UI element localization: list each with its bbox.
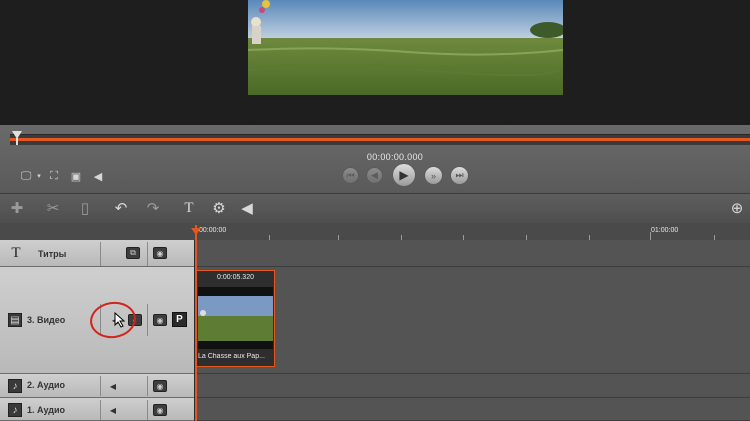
title-T-icon: T: [11, 244, 21, 261]
video-preview-area: [0, 0, 750, 125]
ruler-end-label: 01:00:00: [651, 227, 679, 234]
step-back-button[interactable]: ◀: [366, 167, 383, 184]
scrub-bar[interactable]: [10, 138, 750, 141]
ruler-start-label: 00:00:00: [199, 227, 227, 234]
mute-icon[interactable]: ◉: [153, 380, 167, 392]
video-clip[interactable]: 0:00:05.320 La Chasse aux Pap...: [196, 270, 275, 367]
play-button[interactable]: ▶: [392, 163, 416, 187]
track-label-video: 3. Видео: [27, 315, 66, 325]
track-lane-video[interactable]: [196, 267, 750, 374]
divider: [147, 242, 148, 266]
go-to-end-button[interactable]: ⏭: [450, 166, 469, 185]
ruler-tick: [650, 232, 651, 240]
divider: [100, 400, 101, 420]
playhead-handle[interactable]: [191, 223, 201, 241]
visibility-icon[interactable]: ◉: [153, 314, 167, 326]
clip-thumbnail: [198, 287, 273, 349]
film-icon: ▤: [8, 313, 22, 327]
fullscreen-icon[interactable]: ⛶: [46, 168, 62, 184]
ruler-header-spacer: [0, 223, 195, 240]
track-settings-icon[interactable]: ⧉: [126, 247, 140, 259]
clip-duration: 0:00:05.320: [217, 274, 254, 281]
snapshot-icon[interactable]: ▣: [68, 168, 84, 184]
mute-icon[interactable]: ◉: [153, 404, 167, 416]
add-media-icon[interactable]: ✚: [6, 197, 28, 219]
cut-icon[interactable]: ✂: [42, 197, 64, 219]
divider: [100, 242, 101, 266]
visibility-icon[interactable]: ◉: [153, 247, 167, 259]
preview-frame: [248, 0, 563, 95]
divider: [100, 376, 101, 396]
track-label-audio-1: 1. Аудио: [27, 405, 66, 415]
track-lane-titles[interactable]: [196, 240, 750, 267]
redo-icon[interactable]: ↷: [142, 197, 164, 219]
dropdown-arrow-icon[interactable]: ▾: [31, 168, 47, 184]
adjustments-icon[interactable]: ⚙: [208, 197, 230, 219]
delete-icon[interactable]: ▯: [74, 197, 96, 219]
track-label-titles: Титры: [38, 249, 67, 259]
divider: [147, 376, 148, 396]
track-lane-audio-2[interactable]: [196, 374, 750, 398]
clip-name: La Chasse aux Pap...: [198, 353, 265, 360]
track-label-audio-2: 2. Аудио: [27, 380, 66, 390]
timecode-display: 00:00:00.000: [366, 152, 424, 162]
divider: [147, 304, 148, 336]
volume-icon[interactable]: ◀: [106, 404, 120, 416]
volume-icon[interactable]: ◀: [90, 168, 106, 184]
music-note-icon: ♪: [8, 379, 22, 393]
go-to-start-button[interactable]: ⏮: [342, 167, 359, 184]
zoom-icon[interactable]: ⊕: [726, 197, 748, 219]
music-note-icon: ♪: [8, 403, 22, 417]
undo-icon[interactable]: ↶: [110, 197, 132, 219]
picture-in-picture-button[interactable]: P: [172, 312, 187, 327]
step-forward-button[interactable]: »: [424, 166, 443, 185]
scrub-handle[interactable]: [12, 131, 22, 145]
playhead[interactable]: [195, 225, 197, 421]
track-lane-audio-1[interactable]: [196, 398, 750, 421]
volume-icon[interactable]: ◀: [106, 380, 120, 392]
divider: [147, 400, 148, 420]
text-icon[interactable]: T: [178, 197, 200, 219]
preview-image: [248, 0, 563, 95]
audio-icon[interactable]: ◀: [236, 197, 258, 219]
mouse-cursor-icon: [114, 311, 126, 333]
